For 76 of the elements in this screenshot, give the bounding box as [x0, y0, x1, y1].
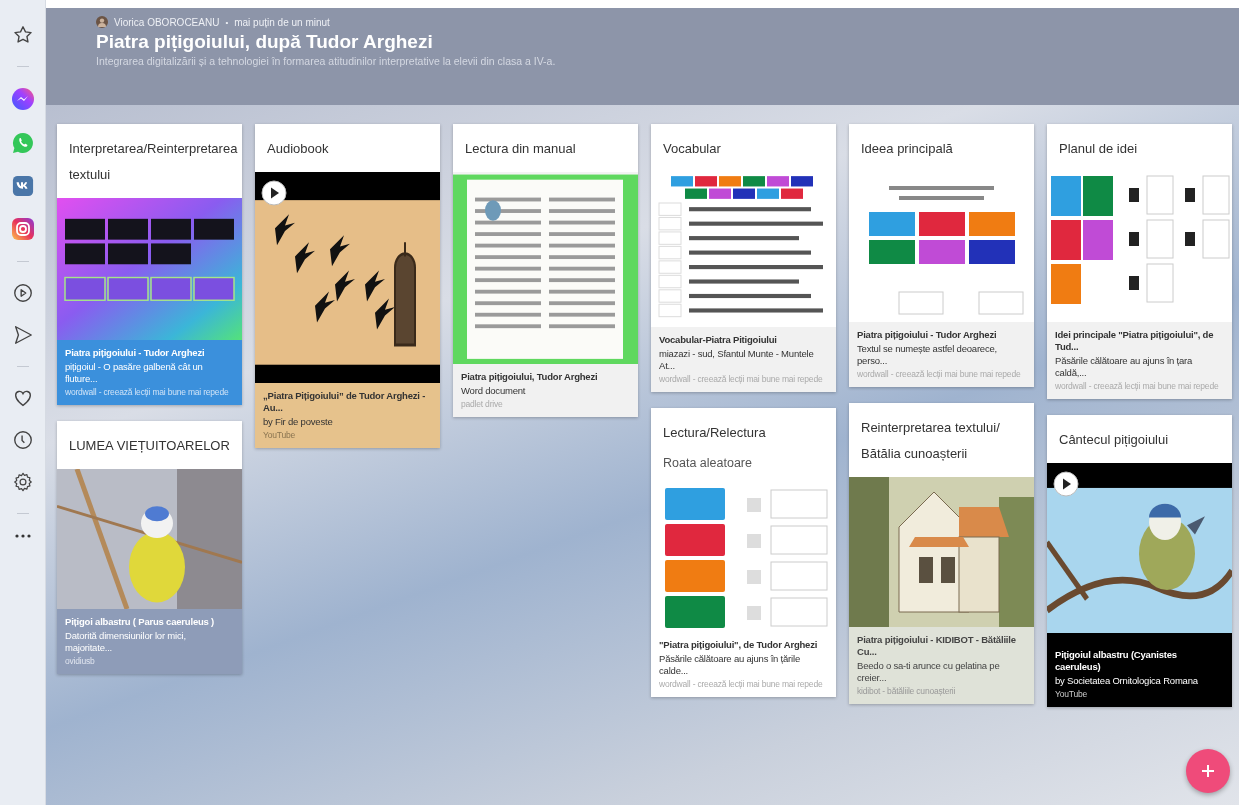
post-title: Lectura/Relectura	[662, 424, 767, 442]
link-source: kidibot - bătăliile cunoașterii	[857, 686, 957, 697]
post-card[interactable]: Planul de idei Idei principale "Piatra pițigoiului", de Tud... Păsările călătoare au ajuns în țara caldă,... wordwall - creează lecții mai bune mai repede	[1047, 124, 1232, 399]
post-text: Roata aleatoare	[662, 456, 753, 472]
post-card[interactable]: Ideea principală Piatra pițigoiului - Tudor Arghezi Textul se numește astfel deoarece, perso... wordwall - creează lecții mai bune mai repede	[849, 124, 1034, 387]
play-icon[interactable]	[261, 180, 287, 206]
post-card[interactable]: Audiobook „Piatra Pițigoiului” de Tudor Arghezi - Au... by Fir de poveste YouTube	[255, 124, 440, 448]
link-title: Piatra pițigoiului - Tudor Arghezi	[857, 329, 998, 341]
post-card[interactable]: Reinterpretarea textului/ Bătălia cunoașterii Piatra pițigoiului - KIDIBOT - Bătăliile Cu... Beedo o sa-ti arunce cu gelatina pe creier... kidibot - bătăliile cunoașterii	[849, 403, 1034, 704]
post-title: Reinterpretarea textului/ Bătălia cunoașterii	[860, 419, 1001, 463]
link-preview[interactable]: Piatra pițigoiului, Tudor Arghezi Word document padlet drive	[453, 364, 638, 417]
link-source: wordwall - creează lecții mai bune mai repede	[1055, 381, 1220, 392]
post-card[interactable]: Interpretarea/Reinterpretarea textului Piatra pițigoiului - Tudor Arghezi pițigoiul - O pasăre galbenă cât un fluture... wordwall - creează lecții mai bune mai repede	[57, 124, 242, 405]
link-description: miazazi - sud, Sfantul Munte - Muntele At...	[659, 348, 815, 372]
vk-icon[interactable]	[11, 175, 34, 197]
play-icon[interactable]	[11, 282, 34, 304]
link-description: Textul se numește astfel deoarece, perso...	[857, 343, 998, 367]
more-icon[interactable]	[14, 534, 31, 538]
link-title: "Piatra pițigoiului", de Tudor Arghezi	[659, 639, 819, 651]
settings-icon[interactable]	[11, 471, 34, 493]
avatar-icon	[96, 16, 108, 28]
plus-icon	[1200, 763, 1216, 779]
link-source: YouTube	[1055, 689, 1088, 700]
post-title: Planul de idei	[1058, 140, 1139, 158]
post-title: Cântecul pițigoiului	[1058, 431, 1170, 449]
link-preview[interactable]: Vocabular-Piatra Pitigoiului miazazi - sud, Sfantul Munte - Muntele At... wordwall - creează lecții mai bune mai repede	[651, 327, 836, 392]
link-description: Datorită dimensiunilor lor mici, majoritate...	[65, 630, 187, 654]
link-title: Pițigoiul albastru (Cyanistes caeruleus)	[1055, 649, 1178, 673]
post-title: Vocabular	[662, 140, 722, 158]
post-card[interactable]: Cântecul pițigoiului Pițigoiul albastru (Cyanistes caeruleus) by Societatea Ornitologica Romana YouTube	[1047, 415, 1232, 707]
board-subtitle: Integrarea digitalizării și a tehnologiei în formarea atitudinilor interpretative la elevii din clasa a IV-a.	[96, 55, 557, 67]
link-source: wordwall - creează lecții mai bune mai repede	[65, 387, 230, 398]
post-title: Audiobook	[266, 140, 330, 158]
link-description: Beedo o sa-ti arunce cu gelatina pe creier...	[857, 660, 1001, 684]
post-title: Lectura din manual	[464, 140, 577, 158]
link-title: Idei principale "Piatra pițigoiului", de Tud...	[1055, 329, 1215, 353]
post-card[interactable]: LUMEA VIEȚUITOARELOR Pițigoi albastru ( Parus caeruleus ) Datorită dimensiunilor lor mici, majoritate... ovidiusb	[57, 421, 242, 674]
link-description: pițigoiul - O pasăre galbenă cât un fluture...	[65, 361, 204, 385]
separator-dot: •	[225, 17, 229, 27]
link-title: Piatra pițigoiului, Tudor Arghezi	[461, 371, 599, 383]
link-description: Word document	[461, 385, 527, 397]
link-source: padlet drive	[461, 399, 504, 410]
post-title: LUMEA VIEȚUITOARELOR	[68, 437, 231, 455]
link-title: Piatra pițigoiului - Tudor Arghezi	[65, 347, 206, 359]
link-title: „Piatra Pițigoiului” de Tudor Arghezi - Au...	[263, 390, 427, 414]
link-source: YouTube	[263, 430, 296, 441]
link-preview[interactable]: Idei principale "Piatra pițigoiului", de Tud... Păsările călătoare au ajuns în țara caldă,... wordwall - creează lecții mai bune mai repede	[1047, 322, 1232, 399]
link-preview[interactable]: Piatra pițigoiului - KIDIBOT - Bătăliile Cu... Beedo o sa-ti arunce cu gelatina pe creier... kidibot - bătăliile cunoașterii	[849, 627, 1034, 704]
add-post-button[interactable]	[1186, 749, 1230, 793]
link-preview[interactable]: Pițigoiul albastru (Cyanistes caeruleus) by Societatea Ornitologica Romana YouTube	[1047, 633, 1232, 707]
link-description: by Fir de poveste	[263, 416, 334, 428]
link-title: Vocabular-Piatra Pitigoiului	[659, 334, 778, 346]
link-description: Păsările călătoare au ajuns în țara caldă,...	[1055, 355, 1194, 379]
link-title: Piatra pițigoiului - KIDIBOT - Bătăliile Cu...	[857, 634, 1017, 658]
link-source: wordwall - creează lecții mai bune mai repede	[659, 679, 824, 690]
post-card[interactable]: Lectura din manual Piatra pițigoiului, Tudor Arghezi Word document padlet drive	[453, 124, 638, 417]
instagram-icon[interactable]	[10, 217, 35, 241]
link-description: by Societatea Ornitologica Romana	[1055, 675, 1199, 687]
board-title: Piatra pițigoiului, după Tudor Arghezi	[96, 31, 434, 53]
post-title: Interpretarea/Reinterpretarea textului	[68, 140, 239, 184]
link-preview[interactable]: „Piatra Pițigoiului” de Tudor Arghezi - Au... by Fir de poveste YouTube	[255, 383, 440, 448]
clock-icon[interactable]	[11, 429, 34, 451]
link-preview[interactable]: Piatra pițigoiului - Tudor Arghezi Textul se numește astfel deoarece, perso... wordwall - creează lecții mai bune mai repede	[849, 322, 1034, 387]
link-description: Păsările călătoare au ajuns în țările calde...	[659, 653, 801, 677]
star-icon[interactable]	[11, 24, 34, 46]
link-source: wordwall - creează lecții mai bune mai repede	[659, 374, 824, 385]
post-time: mai puțin de un minut	[234, 16, 330, 28]
link-title: Pițigoi albastru ( Parus caeruleus )	[65, 616, 216, 628]
link-source: ovidiusb	[65, 656, 96, 667]
post-card[interactable]: Vocabular Vocabular-Piatra Pitigoiului miazazi - sud, Sfantul Munte - Muntele At... wordwall - creează lecții mai bune mai repede	[651, 124, 836, 392]
play-icon[interactable]	[1053, 471, 1079, 497]
link-preview[interactable]: "Piatra pițigoiului", de Tudor Arghezi Păsările călătoare au ajuns în țările calde... wordwall - creează lecții mai bune mai repede	[651, 632, 836, 697]
post-title: Ideea principală	[860, 140, 954, 158]
post-card[interactable]: Lectura/Relectura Roata aleatoare "Piatra pițigoiului", de Tudor Arghezi Păsările călătoare au ajuns în țările calde... wordwall - creează lecții mai bune mai repede	[651, 408, 836, 697]
link-source: wordwall - creează lecții mai bune mai repede	[857, 369, 1022, 380]
messenger-icon[interactable]	[10, 87, 35, 111]
